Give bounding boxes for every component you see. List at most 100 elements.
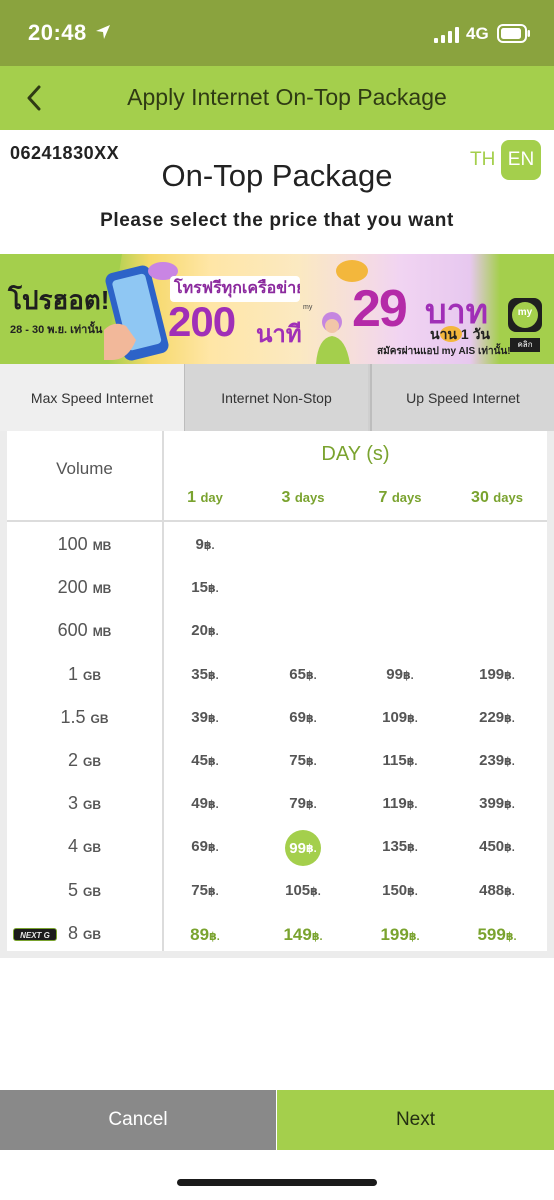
volume-cell: 4 GB [7, 836, 162, 857]
volume-unit: GB [83, 755, 101, 769]
price-option[interactable]: 99฿. [386, 666, 413, 683]
price-currency: ฿. [305, 756, 317, 768]
price-currency: ฿. [311, 930, 323, 943]
price-currency: ฿. [310, 885, 321, 898]
price-option[interactable]: 150฿. [382, 882, 418, 899]
price-currency: ฿. [505, 930, 517, 943]
promo-price-number: 29 [352, 280, 408, 338]
price-amount: 450 [479, 838, 505, 856]
volume-cell: 1 GB [7, 664, 162, 685]
price-option[interactable]: 79฿. [289, 795, 316, 812]
price-option[interactable]: 199฿. [380, 925, 419, 945]
price-option[interactable]: 450฿. [479, 838, 515, 855]
price-amount: 399 [479, 795, 505, 813]
next-button[interactable]: Next [277, 1090, 554, 1150]
price-option-selected[interactable]: 99 ฿. [285, 830, 321, 867]
day-column-unit: days [294, 490, 325, 505]
price-option[interactable]: 65฿. [289, 666, 316, 683]
day-header: DAY (s) [321, 443, 390, 465]
my-ais-app-icon: my [508, 298, 542, 332]
package-tabs: Max Speed Internet Internet Non-Stop Up … [0, 364, 554, 431]
price-currency: ฿. [402, 669, 414, 682]
day-column-header: 3 days [282, 489, 325, 507]
price-option[interactable]: 119฿. [383, 795, 418, 812]
price-amount: 105 [285, 881, 311, 899]
promo-minutes-unit: นาที [256, 321, 302, 348]
price-amount: 20 [191, 622, 208, 640]
network-label: 4G [466, 24, 489, 43]
price-currency: ฿. [207, 626, 219, 639]
volume-unit: GB [83, 927, 101, 942]
volume-cell: 2 GB [7, 750, 162, 771]
price-option[interactable]: 69฿. [289, 709, 316, 726]
promo-banner[interactable]: โปรฮอต! 28 - 30 พ.ย. เท่านั้น โทรฟรีทุกเ… [0, 254, 554, 364]
price-currency: ฿. [207, 583, 219, 596]
price-currency: ฿. [407, 712, 418, 725]
tab-up-speed-internet[interactable]: Up Speed Internet [370, 364, 554, 431]
price-option[interactable]: 20฿. [191, 622, 218, 639]
price-currency: ฿. [504, 885, 515, 898]
price-option[interactable]: 105฿. [285, 882, 321, 899]
volume-cell: 1.5 GB [7, 707, 162, 728]
price-currency: ฿. [305, 842, 317, 855]
price-option[interactable]: 115฿. [383, 752, 418, 769]
price-amount: 135 [382, 838, 408, 856]
status-bar: 20:48 4G [0, 0, 554, 66]
price-option[interactable]: 75฿. [191, 882, 218, 899]
price-option[interactable]: 199฿. [479, 666, 515, 683]
price-option[interactable]: 69฿. [191, 838, 218, 855]
tab-max-speed-internet[interactable]: Max Speed Internet [0, 364, 184, 431]
volume-number: 100 [57, 534, 93, 554]
cancel-button[interactable]: Cancel [0, 1090, 276, 1150]
price-currency: ฿. [408, 930, 420, 943]
price-option[interactable]: 229฿. [479, 709, 515, 726]
price-option[interactable]: 239฿. [479, 752, 515, 769]
volume-unit: GB [83, 884, 101, 899]
day-column-number: 1 [187, 489, 201, 506]
volume-unit: MB [92, 539, 112, 553]
day-column-number: 3 [281, 489, 295, 506]
volume-unit: MB [92, 582, 112, 597]
price-currency: ฿. [406, 799, 418, 812]
price-option[interactable]: 35฿. [191, 666, 218, 683]
price-amount: 199 [479, 665, 505, 683]
status-time: 20:48 [28, 20, 87, 45]
price-option[interactable]: 49฿. [191, 795, 218, 812]
price-currency: ฿. [207, 712, 219, 725]
price-option[interactable]: 149฿. [283, 925, 322, 945]
price-option[interactable]: 135฿. [382, 838, 418, 855]
promo-my-small: my [303, 304, 313, 311]
price-amount: 75 [191, 881, 208, 899]
location-arrow-icon [96, 25, 110, 39]
price-amount: 35 [191, 665, 208, 683]
tab-internet-non-stop[interactable]: Internet Non-Stop [184, 364, 368, 431]
day-column-header: 30 days [471, 489, 523, 507]
price-option[interactable]: 45฿. [191, 752, 218, 769]
price-option[interactable]: 15฿. [191, 579, 218, 596]
price-option[interactable]: 399฿. [479, 795, 515, 812]
volume-number: 4 [67, 836, 83, 857]
home-indicator [177, 1179, 377, 1186]
volume-number: 3 [67, 793, 83, 814]
price-amount: 488 [479, 881, 505, 899]
price-option[interactable]: 9฿. [195, 536, 214, 553]
promo-via-app: สมัครผ่านแอป my AIS เท่านั้น! [377, 346, 511, 357]
price-option[interactable]: 109฿. [382, 709, 418, 726]
promo-duration: นาน 1 วัน [430, 326, 490, 342]
price-option[interactable]: 89฿. [190, 925, 220, 945]
volume-header: Volume [56, 459, 113, 478]
price-amount: 599 [477, 924, 506, 944]
price-currency: ฿. [504, 756, 515, 768]
nextg-badge-icon: NEXT G [13, 927, 57, 941]
price-option[interactable]: 39฿. [191, 709, 218, 726]
price-amount: 75 [289, 752, 306, 769]
price-option[interactable]: 75฿. [289, 752, 316, 769]
day-column-number: 30 [471, 489, 494, 506]
price-currency: ฿. [406, 756, 418, 768]
price-currency: ฿. [207, 669, 219, 682]
price-currency: ฿. [504, 712, 515, 725]
price-option[interactable]: 488฿. [479, 882, 515, 899]
price-amount: 65 [289, 665, 306, 683]
price-option[interactable]: 599฿. [477, 925, 516, 945]
table-divider [162, 431, 164, 951]
